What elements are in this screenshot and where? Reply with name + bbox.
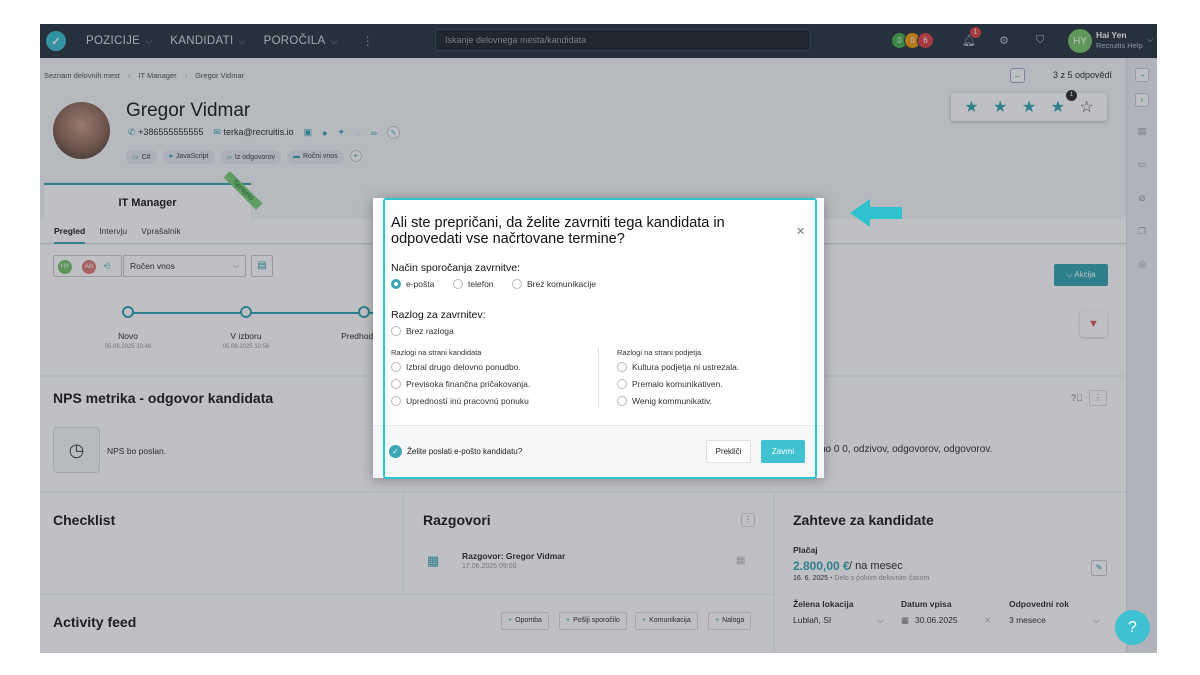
reason-label: Razlog za zavrnitev:: [391, 309, 486, 321]
radio-empty-icon: [391, 379, 401, 389]
radio-emp-reason[interactable]: Premalo komunikativen.: [617, 379, 723, 389]
reject-button[interactable]: Zavrni: [761, 440, 805, 463]
radio-emp-reason[interactable]: Wenig kommunikativ.: [617, 396, 712, 406]
radio-no-communication[interactable]: Brez komunikacije: [512, 279, 596, 289]
radio-label: Kultura podjetja ni ustrezala.: [632, 362, 740, 372]
radio-cand-reason[interactable]: Izbral drugo delovno ponudbo.: [391, 362, 521, 372]
radio-label: e-pošta: [406, 279, 435, 289]
company-side-label: Razlogi na strani podjetja: [617, 348, 702, 357]
radio-label: Premalo komunikativen.: [632, 379, 723, 389]
radio-label: telefon: [468, 279, 494, 289]
radio-label: Wenig kommunikativ.: [632, 396, 712, 406]
radio-label: Upredností inú pracovnú ponuku: [406, 396, 529, 406]
divider: [598, 348, 599, 408]
close-icon[interactable]: ✕: [796, 225, 805, 238]
radio-empty-icon: [512, 279, 522, 289]
pointer-arrow-icon: [850, 199, 902, 227]
radio-empty-icon: [391, 326, 401, 336]
modal-title: Ali ste prepričani, da želite zavrniti t…: [391, 215, 725, 247]
radio-selected-icon: [391, 279, 401, 289]
radio-empty-icon: [453, 279, 463, 289]
candidate-side-label: Razlogi na strani kandidata: [391, 348, 482, 357]
send-email-label: Želite poslati e-pošto kandidatu?: [407, 447, 523, 456]
radio-empty-icon: [617, 379, 627, 389]
help-button[interactable]: ?: [1115, 610, 1150, 645]
radio-phone[interactable]: telefon: [453, 279, 494, 289]
communication-label: Način sporočanja zavrnitve:: [391, 262, 520, 274]
radio-label: Previsoka finančna pričakovanja.: [406, 379, 531, 389]
radio-label: Brez razloga: [406, 326, 454, 336]
radio-emp-reason[interactable]: Kultura podjetja ni ustrezala.: [617, 362, 739, 372]
radio-no-reason[interactable]: Brez razloga: [391, 326, 454, 336]
modal-footer: ✓ Želite poslati e-pošto kandidatu? Prek…: [373, 425, 824, 478]
radio-empty-icon: [391, 396, 401, 406]
checkbox-checked-icon[interactable]: ✓: [389, 445, 402, 458]
radio-label: Brez komunikacije: [527, 279, 596, 289]
radio-empty-icon: [617, 362, 627, 372]
reject-candidate-modal: Ali ste prepričani, da želite zavrniti t…: [373, 198, 824, 478]
radio-cand-reason[interactable]: Upredností inú pracovnú ponuku: [391, 396, 529, 406]
cancel-button[interactable]: Prekliči: [706, 440, 751, 463]
radio-empty-icon: [391, 362, 401, 372]
radio-cand-reason[interactable]: Previsoka finančna pričakovanja.: [391, 379, 530, 389]
radio-empty-icon: [617, 396, 627, 406]
radio-label: Izbral drugo delovno ponudbo.: [406, 362, 521, 372]
radio-email[interactable]: e-pošta: [391, 279, 434, 289]
